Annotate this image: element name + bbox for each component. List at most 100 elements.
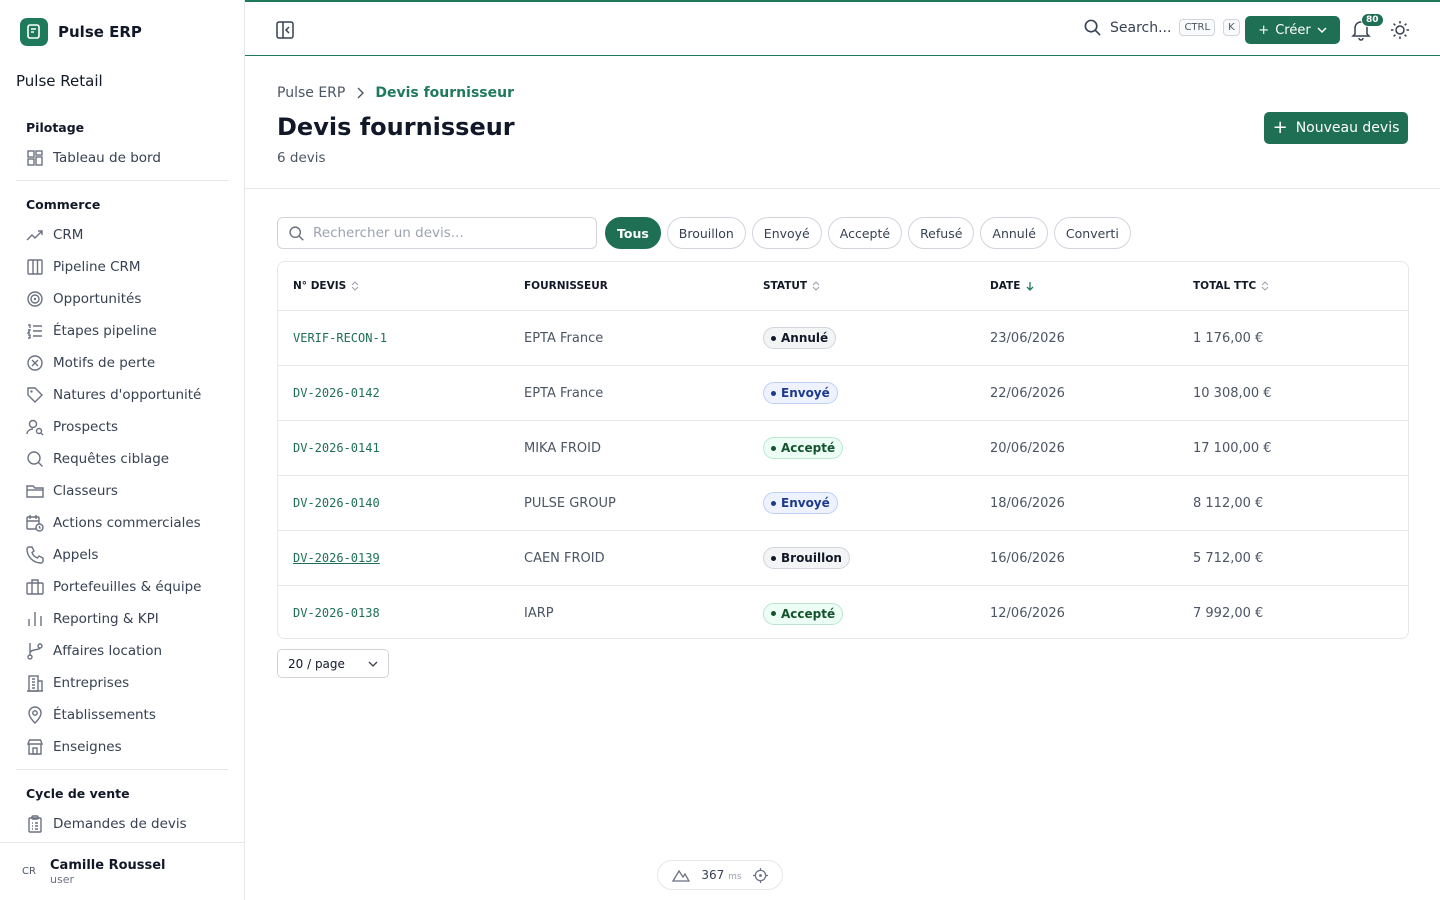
user-profile[interactable]: CR Camille Roussel user bbox=[0, 842, 245, 900]
filter-chip[interactable]: Envoyé bbox=[751, 217, 822, 249]
filter-chip[interactable]: Refusé bbox=[908, 217, 975, 249]
supplier-cell: EPTA France bbox=[524, 330, 604, 346]
sidebar-item[interactable]: Motifs de perte bbox=[16, 347, 228, 379]
page-size-select[interactable]: 20 / page bbox=[277, 649, 389, 678]
date-cell: 16/06/2026 bbox=[990, 550, 1065, 566]
quote-number-link[interactable]: DV-2026-0138 bbox=[293, 606, 380, 620]
sidebar-item[interactable]: Tableau de bord bbox=[16, 142, 228, 174]
table-row[interactable]: DV-2026-0138 IARP Accepté 12/06/2026 7 992,0… bbox=[278, 586, 1408, 638]
chevron-right-icon bbox=[357, 87, 365, 99]
breadcrumb-root[interactable]: Pulse ERP bbox=[277, 85, 345, 101]
page-size-value: 20 / page bbox=[288, 656, 345, 671]
column-label: STATUT bbox=[763, 280, 808, 292]
map-pin-icon bbox=[28, 706, 42, 724]
total-cell: 7 992,00 € bbox=[1193, 606, 1264, 621]
sidebar-toggle-icon[interactable] bbox=[275, 20, 295, 44]
new-quote-label: Nouveau devis bbox=[1295, 120, 1400, 136]
status-label: Accepté bbox=[781, 441, 836, 455]
date-cell: 20/06/2026 bbox=[990, 440, 1065, 456]
quote-number-link[interactable]: DV-2026-0140 bbox=[293, 496, 380, 510]
breadcrumb-current: Devis fournisseur bbox=[375, 85, 514, 101]
sidebar-item[interactable]: Reporting & KPI bbox=[16, 603, 228, 635]
store-icon bbox=[26, 739, 44, 755]
filter-chip[interactable]: Accepté bbox=[827, 217, 903, 249]
crosshair-icon bbox=[753, 867, 769, 883]
sidebar-item[interactable]: Affaires location bbox=[16, 635, 228, 667]
sidebar-item[interactable]: Demandes de devis bbox=[16, 808, 228, 840]
notification-count-badge: 80 bbox=[1361, 13, 1384, 27]
sidebar-item[interactable]: Pipeline CRM bbox=[16, 251, 228, 283]
filter-chip[interactable]: Brouillon bbox=[666, 217, 746, 249]
global-search-trigger[interactable]: Search... CTRL K bbox=[1083, 18, 1240, 37]
chevron-down-icon bbox=[368, 661, 378, 667]
page-header: Pulse ERP Devis fournisseur Devis fourni… bbox=[245, 57, 1440, 189]
organization-name[interactable]: Pulse Retail bbox=[16, 72, 103, 90]
sidebar-item[interactable]: Enseignes bbox=[16, 731, 228, 763]
sidebar-item-label: Natures d'opportunité bbox=[53, 387, 202, 403]
status-label: Envoyé bbox=[781, 386, 830, 400]
date-cell: 18/06/2026 bbox=[990, 495, 1065, 511]
status-dot bbox=[771, 555, 776, 561]
supplier-cell: IARP bbox=[524, 606, 554, 621]
table-row[interactable]: DV-2026-0141 MIKA FROID Accepté 20/06/2026 1… bbox=[278, 421, 1408, 476]
sidebar-item[interactable]: Entreprises bbox=[16, 667, 228, 699]
column-header-total[interactable]: TOTAL TTC bbox=[1193, 280, 1393, 292]
sidebar-item[interactable]: Appels bbox=[16, 539, 228, 571]
columns-icon bbox=[27, 259, 43, 275]
x-circle-icon bbox=[27, 355, 43, 371]
git-branch-icon bbox=[27, 643, 43, 660]
total-cell: 1 176,00 € bbox=[1193, 330, 1264, 346]
plus-icon: + bbox=[1272, 117, 1288, 138]
sidebar-item-label: Classeurs bbox=[53, 483, 118, 499]
sidebar-item[interactable]: Natures d'opportunité bbox=[16, 379, 228, 411]
filter-chip[interactable]: Tous bbox=[605, 217, 661, 249]
create-button[interactable]: + Créer bbox=[1245, 16, 1340, 44]
sidebar-item[interactable]: Classeurs bbox=[16, 475, 228, 507]
status-badge: Accepté bbox=[763, 602, 844, 625]
sidebar-item[interactable]: Étapes pipeline bbox=[16, 315, 228, 347]
sidebar-item-label: Requêtes ciblage bbox=[53, 451, 170, 467]
quote-number-link[interactable]: DV-2026-0139 bbox=[293, 551, 380, 565]
sidebar-item-label: Demandes de devis bbox=[53, 816, 187, 832]
sort-icon bbox=[812, 281, 820, 291]
sidebar-item[interactable]: Actions commerciales bbox=[16, 507, 228, 539]
table-row[interactable]: DV-2026-0140 PULSE GROUP Envoyé 18/06/2026 8… bbox=[278, 476, 1408, 531]
table-row[interactable]: DV-2026-0139 CAEN FROID Brouillon 16/06/202… bbox=[278, 531, 1408, 586]
column-header-date[interactable]: DATE bbox=[990, 280, 1193, 292]
column-header-status[interactable]: STATUT bbox=[763, 280, 990, 292]
sidebar-item[interactable]: CRM bbox=[16, 219, 228, 251]
status-dot bbox=[771, 390, 776, 396]
sidebar-item[interactable]: Requêtes ciblage bbox=[16, 443, 228, 475]
supplier-cell: PULSE GROUP bbox=[524, 495, 616, 511]
theme-toggle-sun-icon[interactable] bbox=[1390, 20, 1410, 44]
sidebar-item[interactable]: Prospects bbox=[16, 411, 228, 443]
app-logo-icon bbox=[20, 18, 48, 46]
date-cell: 12/06/2026 bbox=[990, 606, 1065, 621]
sidebar-item-label: Appels bbox=[53, 547, 99, 563]
filter-chip[interactable]: Annulé bbox=[980, 217, 1048, 249]
search-input[interactable] bbox=[313, 225, 583, 241]
sidebar-item-label: Établissements bbox=[53, 707, 156, 723]
quote-number-link[interactable]: DV-2026-0142 bbox=[293, 386, 380, 400]
sidebar-item[interactable]: Portefeuilles & équipe bbox=[16, 571, 228, 603]
brand[interactable]: Pulse ERP bbox=[20, 18, 142, 46]
new-quote-button[interactable]: + Nouveau devis bbox=[1264, 112, 1408, 144]
column-header-number[interactable]: N° DEVIS bbox=[278, 280, 524, 292]
table-row[interactable]: DV-2026-0142 EPTA France Envoyé 22/06/2026 1… bbox=[278, 366, 1408, 421]
filter-chip[interactable]: Converti bbox=[1053, 217, 1131, 249]
sidebar-item[interactable]: Opportunités bbox=[16, 283, 228, 315]
performance-indicator[interactable]: 367 ms bbox=[657, 860, 783, 890]
supplier-cell: EPTA France bbox=[524, 385, 604, 401]
quote-number-link[interactable]: DV-2026-0141 bbox=[293, 441, 380, 455]
user-role: user bbox=[50, 872, 74, 886]
status-label: Brouillon bbox=[781, 551, 842, 565]
sort-icon bbox=[351, 281, 359, 291]
quote-number-link[interactable]: VERIF-RECON-1 bbox=[293, 331, 387, 345]
status-dot bbox=[771, 445, 776, 451]
sidebar-item[interactable]: Établissements bbox=[16, 699, 228, 731]
phone-icon bbox=[26, 546, 44, 564]
avatar: CR bbox=[22, 866, 36, 877]
clipboard-icon bbox=[28, 815, 42, 833]
status-badge: Brouillon bbox=[763, 547, 850, 569]
table-row[interactable]: VERIF-RECON-1 EPTA France Annulé 23/06/2026… bbox=[278, 311, 1408, 366]
